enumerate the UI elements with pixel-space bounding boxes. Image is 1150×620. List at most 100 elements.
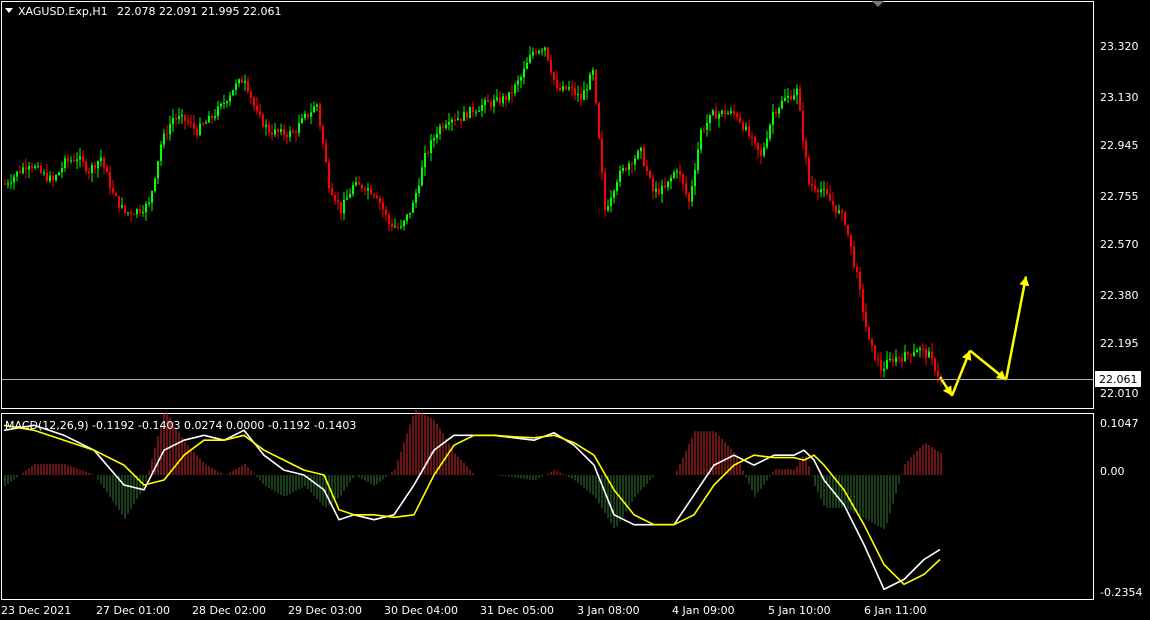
candle-body — [490, 102, 492, 107]
candle-body — [193, 123, 195, 129]
candle-body — [568, 87, 570, 90]
time-axis: 23 Dec 2021 27 Dec 01:00 28 Dec 02:00 29… — [1, 604, 927, 617]
candle-body — [835, 205, 837, 213]
projection-arrows — [938, 276, 1030, 397]
candle-body — [610, 197, 612, 207]
candle-body — [862, 289, 864, 312]
candle-body — [649, 171, 651, 178]
candle-body — [529, 55, 531, 63]
candle-body — [727, 112, 729, 115]
candle-body — [802, 110, 804, 142]
candle-body — [340, 202, 342, 214]
time-tick-label: 5 Jan 10:00 — [768, 604, 831, 617]
candle-body — [775, 112, 777, 114]
candle-body — [703, 129, 705, 131]
candle-body — [412, 202, 414, 213]
candle-body — [760, 150, 762, 156]
candle-body — [142, 212, 144, 214]
candle-body — [301, 118, 303, 124]
candle-body — [415, 193, 417, 203]
candle-body — [409, 212, 411, 215]
candle-body — [826, 188, 828, 195]
candle-body — [157, 161, 159, 179]
candle-body — [643, 147, 645, 166]
candle-body — [808, 157, 810, 185]
candle-body — [919, 348, 921, 350]
candle-body — [748, 126, 750, 137]
candle-body — [625, 168, 627, 171]
candle-body — [145, 204, 147, 213]
candle-body — [601, 138, 603, 173]
candle-body — [931, 351, 933, 359]
arrow-head — [1019, 276, 1030, 287]
candle-body — [565, 85, 567, 90]
candle-body — [544, 47, 546, 51]
candle-body — [844, 212, 846, 225]
candle-body — [235, 83, 237, 90]
candle-body — [553, 72, 555, 80]
candle-body — [229, 95, 231, 102]
candle-body — [442, 126, 444, 128]
candle-body — [682, 174, 684, 184]
candle-body — [616, 181, 618, 191]
candle-body — [319, 104, 321, 126]
candle-body — [391, 223, 393, 228]
candle-body — [817, 189, 819, 193]
candle-body — [16, 171, 18, 177]
candle-body — [439, 126, 441, 134]
macd-signal-line — [3, 424, 941, 586]
candle-body — [238, 79, 240, 84]
candle-body — [559, 87, 561, 91]
candle-body — [34, 166, 36, 169]
candle-body — [394, 226, 396, 228]
candle-body — [205, 122, 207, 124]
price-chart[interactable]: 22.061 XAGUSD.Exp,H1 22.078 22.091 21.99… — [0, 0, 1150, 620]
candle-body — [715, 110, 717, 119]
candle-body — [697, 149, 699, 171]
candle-body — [928, 351, 930, 358]
candle-body — [934, 358, 936, 372]
symbol-dropdown-icon[interactable] — [5, 8, 13, 13]
candle-body — [244, 81, 246, 84]
candle-body — [298, 123, 300, 133]
candle-body — [88, 171, 90, 174]
candle-body — [250, 91, 252, 98]
candle-body — [772, 112, 774, 125]
candle-body — [115, 192, 117, 196]
candle-body — [58, 172, 60, 176]
price-tick-label: 23.130 — [1100, 91, 1139, 104]
candle-body — [295, 132, 297, 134]
candle-body — [277, 129, 279, 132]
candle-body — [112, 188, 114, 193]
symbol-label[interactable]: XAGUSD.Exp,H1 — [18, 5, 108, 18]
candle-body — [481, 105, 483, 111]
current-price-text: 22.061 — [1099, 373, 1138, 386]
macd-tick-label: 0.1047 — [1100, 417, 1139, 430]
candle-body — [517, 80, 519, 85]
candle-body — [739, 117, 741, 123]
candle-body — [70, 160, 72, 162]
candle-body — [787, 95, 789, 98]
candle-body — [463, 112, 465, 121]
candle-body — [457, 118, 459, 120]
candle-body — [499, 97, 501, 104]
candle-body — [202, 123, 204, 125]
candle-body — [781, 100, 783, 108]
candle-body — [256, 105, 258, 112]
candle-body — [604, 172, 606, 211]
candle-body — [646, 165, 648, 172]
candle-body — [673, 172, 675, 178]
candle-body — [745, 126, 747, 130]
candle-body — [169, 124, 171, 135]
candle-body — [733, 111, 735, 114]
candle-body — [688, 193, 690, 202]
candle-body — [61, 167, 63, 173]
price-tick-label: 22.570 — [1100, 238, 1139, 251]
candle-body — [367, 188, 369, 191]
ohlc-values: 22.078 22.091 21.995 22.061 — [117, 5, 281, 18]
candle-body — [652, 177, 654, 192]
candle-body — [793, 95, 795, 100]
scroll-marker-icon[interactable] — [872, 1, 884, 7]
candle-body — [175, 117, 177, 119]
candle-body — [574, 88, 576, 96]
